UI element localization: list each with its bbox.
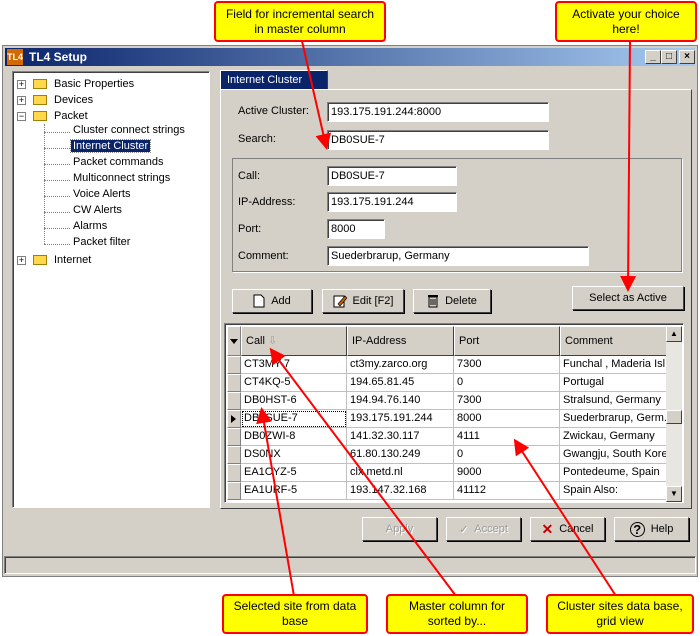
callout-master-column: Master column for sorted by... [386,594,528,634]
callout-activate: Activate your choice here! [555,1,697,42]
callout-cluster-db: Cluster sites data base, grid view [546,594,694,634]
annotation-arrows [256,40,637,597]
callout-incremental-search: Field for incremental search in master c… [214,1,386,42]
callout-selected-site: Selected site from data base [222,594,368,634]
